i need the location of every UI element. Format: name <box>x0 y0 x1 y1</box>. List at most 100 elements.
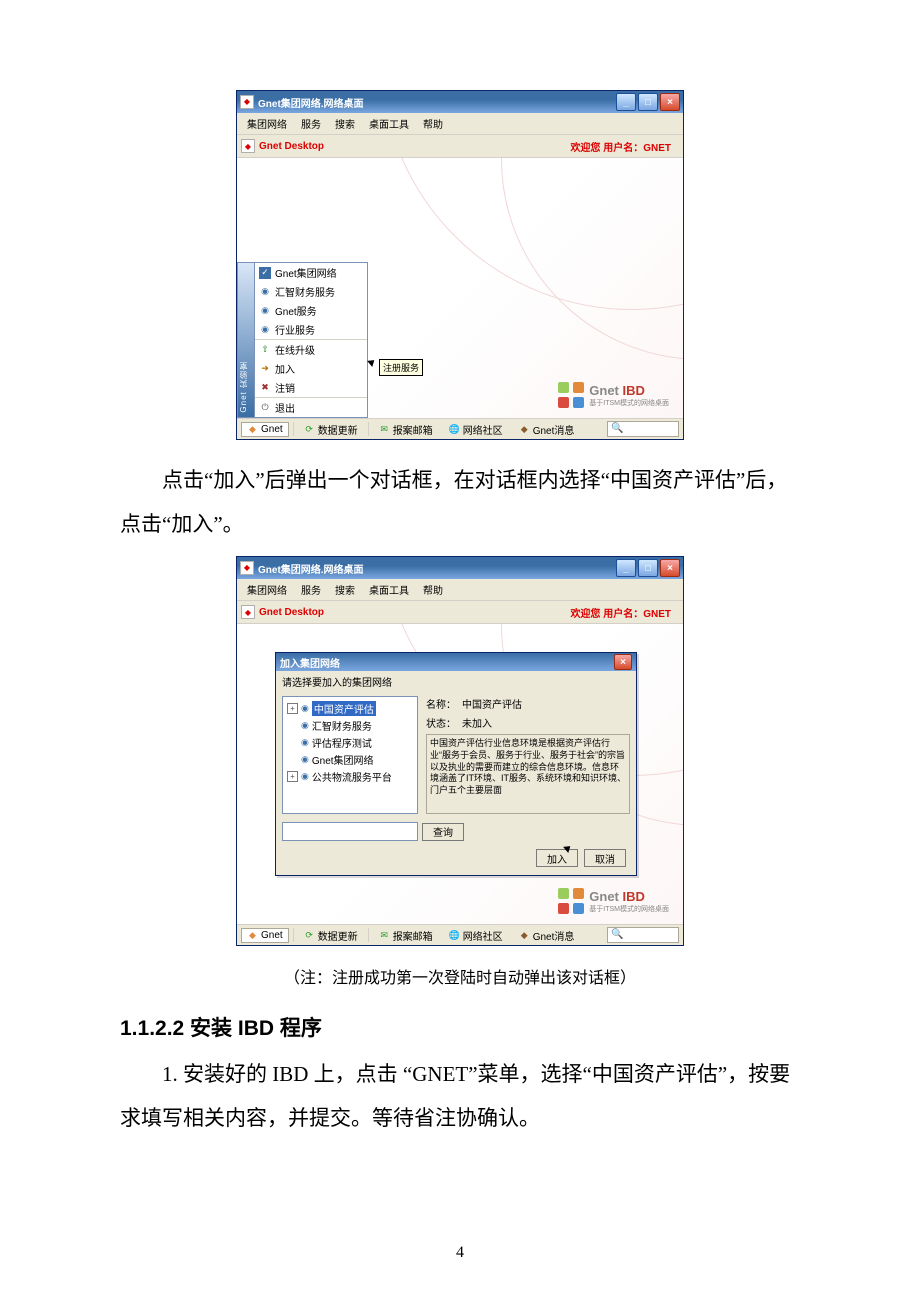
popup-item-exit[interactable]: ⏻退出 <box>255 397 367 417</box>
menu-item[interactable]: 帮助 <box>419 581 447 598</box>
sb-mailbox-button[interactable]: ✉报案邮箱 <box>373 926 439 945</box>
upgrade-icon: ⇧ <box>259 344 271 356</box>
divider <box>368 928 369 942</box>
gnet-icon: ◆ <box>247 424 258 435</box>
maximize-button[interactable]: □ <box>638 93 658 111</box>
popup-sidebar: Gnet 实验室 <box>237 262 254 418</box>
menu-item[interactable]: 帮助 <box>419 115 447 132</box>
search-icon: 🔍 <box>611 423 623 435</box>
menu-item[interactable]: 桌面工具 <box>365 115 413 132</box>
decoration-arc <box>501 158 683 360</box>
search-input[interactable] <box>282 822 418 841</box>
search-box[interactable]: 🔍 <box>607 421 679 437</box>
globe-icon: ◉ <box>301 720 309 731</box>
msg-icon: ◆ <box>519 930 530 941</box>
sb-refresh-button[interactable]: ⟳数据更新 <box>298 420 364 439</box>
divider <box>368 422 369 436</box>
popup-menu-list: ✓Gnet集团网络 ◉汇智财务服务 ◉Gnet服务 ◉行业服务 ⇧在线升级 ➜加… <box>254 262 368 418</box>
sb-community-button[interactable]: 🌐网络社区 <box>443 420 509 439</box>
logo-squares-icon <box>558 888 584 914</box>
maximize-button[interactable]: □ <box>638 559 658 577</box>
dialog-close-button[interactable]: × <box>614 654 632 670</box>
exit-icon: ⏻ <box>259 402 271 414</box>
globe-icon: ◉ <box>259 286 271 298</box>
client-area: Gnet IBD 基于ITSM模式的网络桌面 Gnet 实验室 ✓Gnet集团网… <box>237 158 683 418</box>
globe-icon: ◉ <box>301 771 309 782</box>
caption: （注：注册成功第一次登陆时自动弹出该对话框） <box>120 964 800 988</box>
search-icon: 🔍 <box>611 929 623 941</box>
menu-item[interactable]: 桌面工具 <box>365 581 413 598</box>
logout-icon: ✖ <box>259 382 271 394</box>
join-button[interactable]: 加入 <box>536 849 578 867</box>
description-box: 中国资产评估行业信息环境是根据资产评估行业“服务于会员、服务于行业、服务于社会”… <box>426 734 630 814</box>
join-dialog: 加入集团网络 × 请选择要加入的集团网络 +◉中国资产评估 ◉汇智财务服务 ◉评… <box>275 652 637 876</box>
close-button[interactable]: × <box>660 93 680 111</box>
globe-icon: ◉ <box>301 754 309 765</box>
popup-item-join[interactable]: ➜加入 <box>255 359 367 378</box>
popup-item-industry[interactable]: ◉行业服务 <box>255 320 367 339</box>
menu-item[interactable]: 搜索 <box>331 581 359 598</box>
popup-item-upgrade[interactable]: ⇧在线升级 <box>255 339 367 359</box>
popup-item-huizhi[interactable]: ◉汇智财务服务 <box>255 282 367 301</box>
tree-item[interactable]: ◉评估程序测试 <box>285 734 415 751</box>
minimize-button[interactable]: _ <box>616 559 636 577</box>
menu-item[interactable]: 集团网络 <box>243 115 291 132</box>
plus-icon: + <box>287 703 298 714</box>
screenshot-2: ◆ Gnet集团网络.网络桌面 _ □ × 集团网络 服务 搜索 桌面工具 帮助… <box>236 556 684 946</box>
sb-refresh-button[interactable]: ⟳数据更新 <box>298 926 364 945</box>
divider <box>293 928 294 942</box>
cursor-icon <box>367 357 377 367</box>
search-row: 查询 <box>276 818 636 841</box>
dialog-buttons: 加入 取消 <box>276 841 636 875</box>
status-bar: ◆Gnet ⟳数据更新 ✉报案邮箱 🌐网络社区 ◆Gnet消息 🔍 <box>237 924 683 945</box>
screenshot-1: ◆ Gnet集团网络.网络桌面 _ □ × 集团网络 服务 搜索 桌面工具 帮助… <box>236 90 684 440</box>
state-label: 状态： <box>426 715 456 730</box>
close-button[interactable]: × <box>660 559 680 577</box>
dialog-titlebar: 加入集团网络 × <box>276 653 636 671</box>
popup-item-gnet-service[interactable]: ◉Gnet服务 <box>255 301 367 320</box>
tree-item[interactable]: ◉Gnet集团网络 <box>285 751 415 768</box>
sb-community-button[interactable]: 🌐网络社区 <box>443 926 509 945</box>
menu-item[interactable]: 服务 <box>297 581 325 598</box>
info-panel: 名称： 中国资产评估 状态： 未加入 中国资产评估行业信息环境是根据资产评估行业… <box>426 696 630 814</box>
tooltip: 注册服务 <box>379 359 423 376</box>
sb-gnet-button[interactable]: ◆Gnet <box>241 928 289 943</box>
mailbox-icon: ✉ <box>379 424 390 435</box>
globe-icon: 🌐 <box>449 930 460 941</box>
popup-item-logout[interactable]: ✖注销 <box>255 378 367 397</box>
tree-item[interactable]: ◉汇智财务服务 <box>285 717 415 734</box>
window-title: Gnet集团网络.网络桌面 <box>258 95 616 110</box>
search-button[interactable]: 查询 <box>422 823 464 841</box>
app-icon: ◆ <box>240 561 254 575</box>
sb-msg-button[interactable]: ◆Gnet消息 <box>513 420 581 439</box>
menu-item[interactable]: 集团网络 <box>243 581 291 598</box>
body-paragraph-1: 点击“加入”后弹出一个对话框，在对话框内选择“中国资产评估”后，点击“加入”。 <box>120 458 800 546</box>
window-titlebar: ◆ Gnet集团网络.网络桌面 _ □ × <box>237 91 683 113</box>
toolbar: ◆ Gnet Desktop 欢迎您 用户名：GNET <box>237 601 683 624</box>
join-icon: ➜ <box>259 363 271 375</box>
window-buttons: _ □ × <box>616 93 680 111</box>
body-paragraph-2: 1. 安装好的 IBD 上，点击 “GNET”菜单，选择“中国资产评估”，按要求… <box>120 1052 800 1140</box>
window-buttons: _ □ × <box>616 559 680 577</box>
minimize-button[interactable]: _ <box>616 93 636 111</box>
welcome-text: 欢迎您 用户名：GNET <box>570 139 679 154</box>
menu-item[interactable]: 搜索 <box>331 115 359 132</box>
network-tree[interactable]: +◉中国资产评估 ◉汇智财务服务 ◉评估程序测试 ◉Gnet集团网络 +◉公共物… <box>282 696 418 814</box>
sb-msg-button[interactable]: ◆Gnet消息 <box>513 926 581 945</box>
toolbar: ◆ Gnet Desktop 欢迎您 用户名：GNET <box>237 135 683 158</box>
menu-item[interactable]: 服务 <box>297 115 325 132</box>
section-heading: 1.1.2.2 安装 IBD 程序 <box>120 1012 800 1042</box>
check-icon: ✓ <box>259 267 271 279</box>
cancel-button[interactable]: 取消 <box>584 849 626 867</box>
divider <box>293 422 294 436</box>
window-titlebar: ◆ Gnet集团网络.网络桌面 _ □ × <box>237 557 683 579</box>
toolbar-title: Gnet Desktop <box>259 607 324 618</box>
sb-mailbox-button[interactable]: ✉报案邮箱 <box>373 420 439 439</box>
app-logo-icon: ◆ <box>241 605 255 619</box>
tree-item-china-asset[interactable]: +◉中国资产评估 <box>285 700 415 717</box>
popup-item-gnet-group[interactable]: ✓Gnet集团网络 <box>255 263 367 282</box>
sb-gnet-button[interactable]: ◆Gnet <box>241 422 289 437</box>
dialog-subtitle: 请选择要加入的集团网络 <box>276 671 636 692</box>
tree-item[interactable]: +◉公共物流服务平台 <box>285 768 415 785</box>
search-box[interactable]: 🔍 <box>607 927 679 943</box>
